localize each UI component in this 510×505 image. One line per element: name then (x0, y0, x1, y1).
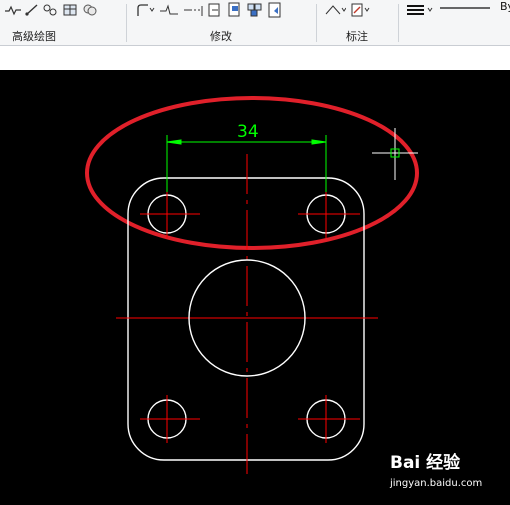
wipeout-icon[interactable] (82, 1, 98, 19)
table-icon[interactable] (62, 1, 80, 19)
dimension-text: 34 (237, 122, 259, 142)
watermark-logo: Bai 经验 (390, 453, 461, 473)
ribbon: 高级绘图 修改 标注 B (0, 0, 510, 46)
array-icon[interactable] (246, 1, 264, 19)
extend-icon[interactable] (182, 1, 204, 19)
panel-label-modify: 修改 (210, 30, 232, 43)
watermark-url: jingyan.baidu.com (390, 478, 483, 489)
properties-tools (404, 0, 494, 20)
panel-label-annotation: 标注 (346, 30, 368, 43)
trim-icon[interactable] (158, 1, 180, 19)
annotation-tools (324, 0, 374, 20)
explode-icon[interactable] (266, 1, 284, 19)
watermark: Bai 经验 jingyan.baidu.com (390, 448, 510, 498)
panel-separator (126, 4, 127, 42)
panel-label-advanced-draw: 高级绘图 (12, 30, 56, 43)
multileader-icon[interactable] (348, 1, 372, 19)
drawing-svg: 34 (85, 96, 419, 474)
panel-separator (398, 4, 399, 42)
stretch-icon[interactable] (206, 1, 224, 19)
advanced-draw-tools (4, 0, 100, 20)
dimension-icon[interactable] (324, 1, 346, 19)
modify-tools (134, 0, 286, 20)
command-spacer (0, 46, 510, 70)
revcloud-icon[interactable] (42, 1, 60, 19)
ray-icon[interactable] (24, 1, 40, 19)
panel-separator (316, 4, 317, 42)
lineweight-icon[interactable] (404, 1, 434, 19)
highlight-ellipse (85, 96, 419, 250)
drawing-canvas[interactable]: 34 (0, 70, 510, 505)
lineweight-sample[interactable] (436, 1, 492, 19)
plate-outline (127, 177, 365, 461)
layer-property-text: By (500, 0, 510, 13)
spline-icon[interactable] (4, 1, 22, 19)
copy-icon[interactable] (226, 1, 244, 19)
bolt-hole-centerlines (140, 190, 360, 443)
fillet-icon[interactable] (134, 1, 156, 19)
